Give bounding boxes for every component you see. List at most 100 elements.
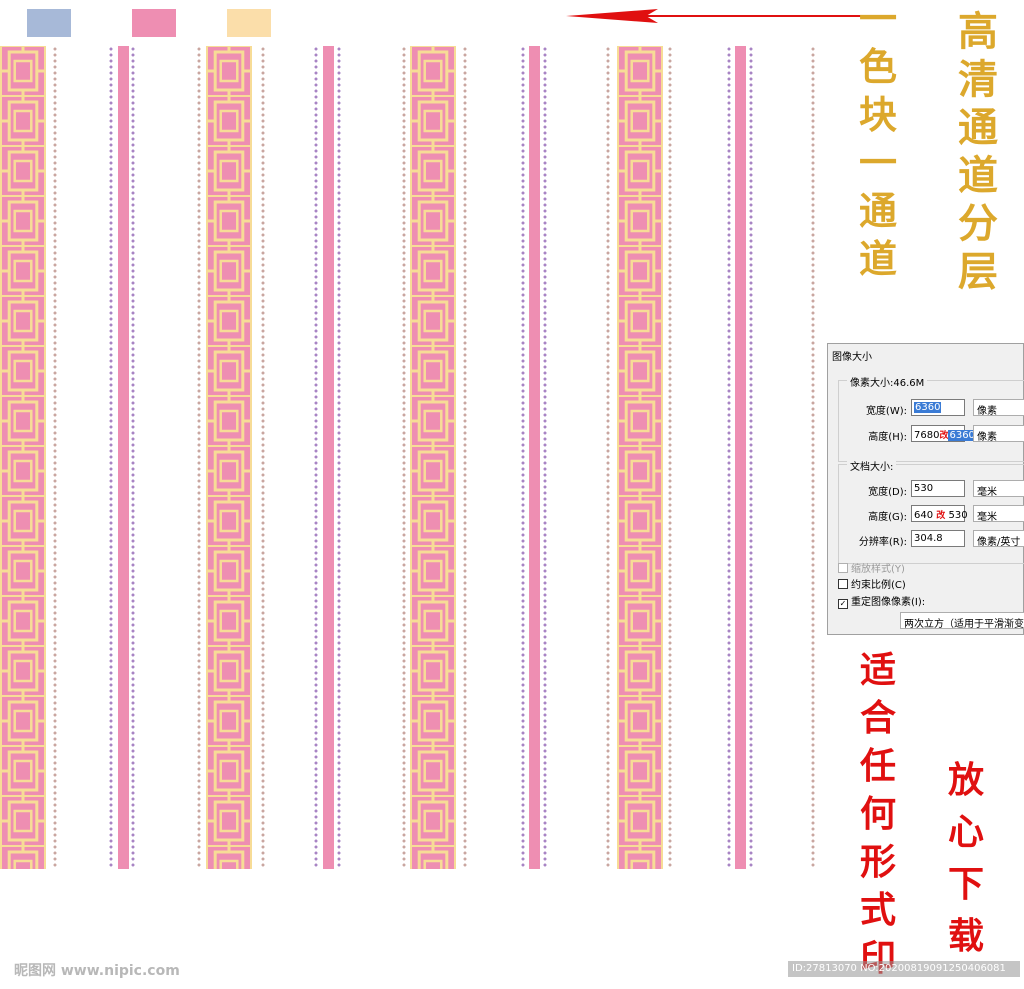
pink-line-strip [323,46,334,869]
pixel-width-label: 宽度(W): [865,406,907,417]
scale-styles-checkbox[interactable]: 缩放样式(Y) [838,560,905,575]
pixel-dimensions-label: 像素大小:46.6M [847,374,928,389]
channel-title-text: 高清通道分层 [956,12,1000,300]
resolution-label: 分辨率(R): [858,537,907,548]
pixel-width-unit-select[interactable]: 像素﹀ [973,399,1024,416]
doc-height-row: 高度(G): 640 改 530 毫米﹀ [839,505,1024,523]
pixel-height-new: 6360 [948,430,976,441]
calligraphy-char: 分 [958,200,998,247]
resample-method-select[interactable]: 两次立方（适用于平滑渐变 [900,612,1024,629]
doc-height-input[interactable]: 640 改 530 [911,505,968,522]
pixel-height-input[interactable]: 7680改6360 [911,425,976,442]
doc-width-input[interactable]: 530 [911,480,965,497]
pixel-width-row: 宽度(W): 6360 像素﹀ [839,399,1024,417]
image-size-dialog: 图像大小 像素大小:46.6M 宽度(W): 6360 像素﹀ 高度(H): 7… [827,343,1024,635]
dot-border-strip [726,46,732,869]
calligraphy-char: 层 [958,248,998,295]
pixel-height-row: 高度(H): 7680改6360 像素﹀ [839,425,1024,443]
calligraphy-char: 合 [859,697,896,739]
calligraphy-char: 一 [858,140,897,185]
calligraphy-char: 高 [958,8,998,55]
resolution-row: 分辨率(R): 304.8 像素/英寸﹀ [839,530,1024,548]
download-note-text: 放心下载 [946,762,986,970]
pixel-width-unit: 像素 [977,406,997,416]
lattice-border-strip [0,46,46,869]
pixel-height-unit-select[interactable]: 像素﹀ [973,425,1024,442]
print-note-text: 适合任何形式印 [858,652,898,988]
constrain-proportions-checkbox[interactable]: 约束比例(C) [838,576,906,591]
resample-checkbox[interactable]: ✓ 重定图像像素(I): [838,593,925,609]
checkbox-icon [838,563,848,573]
dot-border-strip [313,46,319,869]
pink-line-strip [118,46,129,869]
calligraphy-char: 心 [947,811,984,853]
pixel-height-label: 高度(H): [868,432,907,443]
left-arrow-icon [566,9,862,23]
dot-border-strip [542,46,548,869]
doc-width-label: 宽度(D): [868,487,907,498]
doc-height-new: 530 [948,510,968,521]
dot-border-strip [52,46,58,869]
calligraphy-char: 形 [859,841,896,883]
watermark-logo: 昵图网 www.nipic.com [14,963,180,979]
resolution-unit: 像素/英寸 [977,537,1021,547]
pixel-height-unit: 像素 [977,432,997,442]
calligraphy-char: 通 [858,188,897,233]
doc-height-old: 640 [914,510,934,521]
dot-border-strip [108,46,114,869]
dot-border-strip [130,46,136,869]
resolution-unit-select[interactable]: 像素/英寸﹀ [973,530,1024,547]
resample-method-value: 两次立方（适用于平滑渐变 [904,619,1024,629]
resolution-input[interactable]: 304.8 [911,530,965,547]
doc-width-value: 530 [914,483,934,494]
doc-width-row: 宽度(D): 530 毫米﹀ [839,480,1024,498]
pattern-canvas [0,46,830,869]
calligraphy-char: 块 [858,92,897,137]
calligraphy-char: 道 [858,236,897,281]
pixel-height-old: 7680 [914,430,940,441]
calligraphy-char: 任 [859,745,896,787]
calligraphy-char: 通 [958,104,998,151]
watermark-id: ID:27813070 NO:20200819091250406081 [788,961,1020,977]
dot-border-strip [810,46,816,869]
dot-border-strip [260,46,266,869]
checkbox-icon [838,579,848,589]
calligraphy-char: 色 [858,44,897,89]
calligraphy-char: 适 [859,649,896,691]
calligraphy-char: 下 [947,863,984,905]
document-size-label: 文档大小: [847,458,897,473]
edit-mark: 改 [936,511,946,521]
swatch-blue [27,9,71,37]
dot-border-strip [401,46,407,869]
pink-line-strip [529,46,540,869]
dialog-title: 图像大小 [832,352,872,363]
dot-border-strip [336,46,342,869]
lattice-border-strip [617,46,663,869]
doc-width-unit: 毫米 [977,487,997,497]
pixel-width-input[interactable]: 6360 [911,399,965,416]
dot-border-strip [667,46,673,869]
swatch-pink [132,9,176,37]
doc-width-unit-select[interactable]: 毫米﹀ [973,480,1024,497]
lattice-border-strip [206,46,252,869]
checkmark-icon: ✓ [838,599,848,609]
document-size-group: 文档大小: 宽度(D): 530 毫米﹀ 高度(G): 640 改 530 毫米… [838,458,1024,564]
calligraphy-char: 道 [958,152,998,199]
pink-line-strip [735,46,746,869]
scale-styles-label: 缩放样式(Y) [851,564,905,575]
dot-border-strip [462,46,468,869]
doc-height-unit-select[interactable]: 毫米﹀ [973,505,1024,522]
dot-border-strip [748,46,754,869]
doc-height-unit: 毫米 [977,512,997,522]
channel-subtitle-text: 一色块一通道 [858,0,898,288]
calligraphy-char: 何 [859,793,896,835]
dot-border-strip [196,46,202,869]
pixel-width-value: 6360 [914,402,942,413]
dot-border-strip [605,46,611,869]
lattice-border-strip [410,46,456,869]
calligraphy-char: 一 [858,0,897,41]
doc-height-label: 高度(G): [868,512,907,523]
pixel-dimensions-group: 像素大小:46.6M 宽度(W): 6360 像素﹀ 高度(H): 7680改6… [838,374,1024,462]
calligraphy-char: 清 [958,56,998,103]
calligraphy-char: 式 [859,889,896,931]
